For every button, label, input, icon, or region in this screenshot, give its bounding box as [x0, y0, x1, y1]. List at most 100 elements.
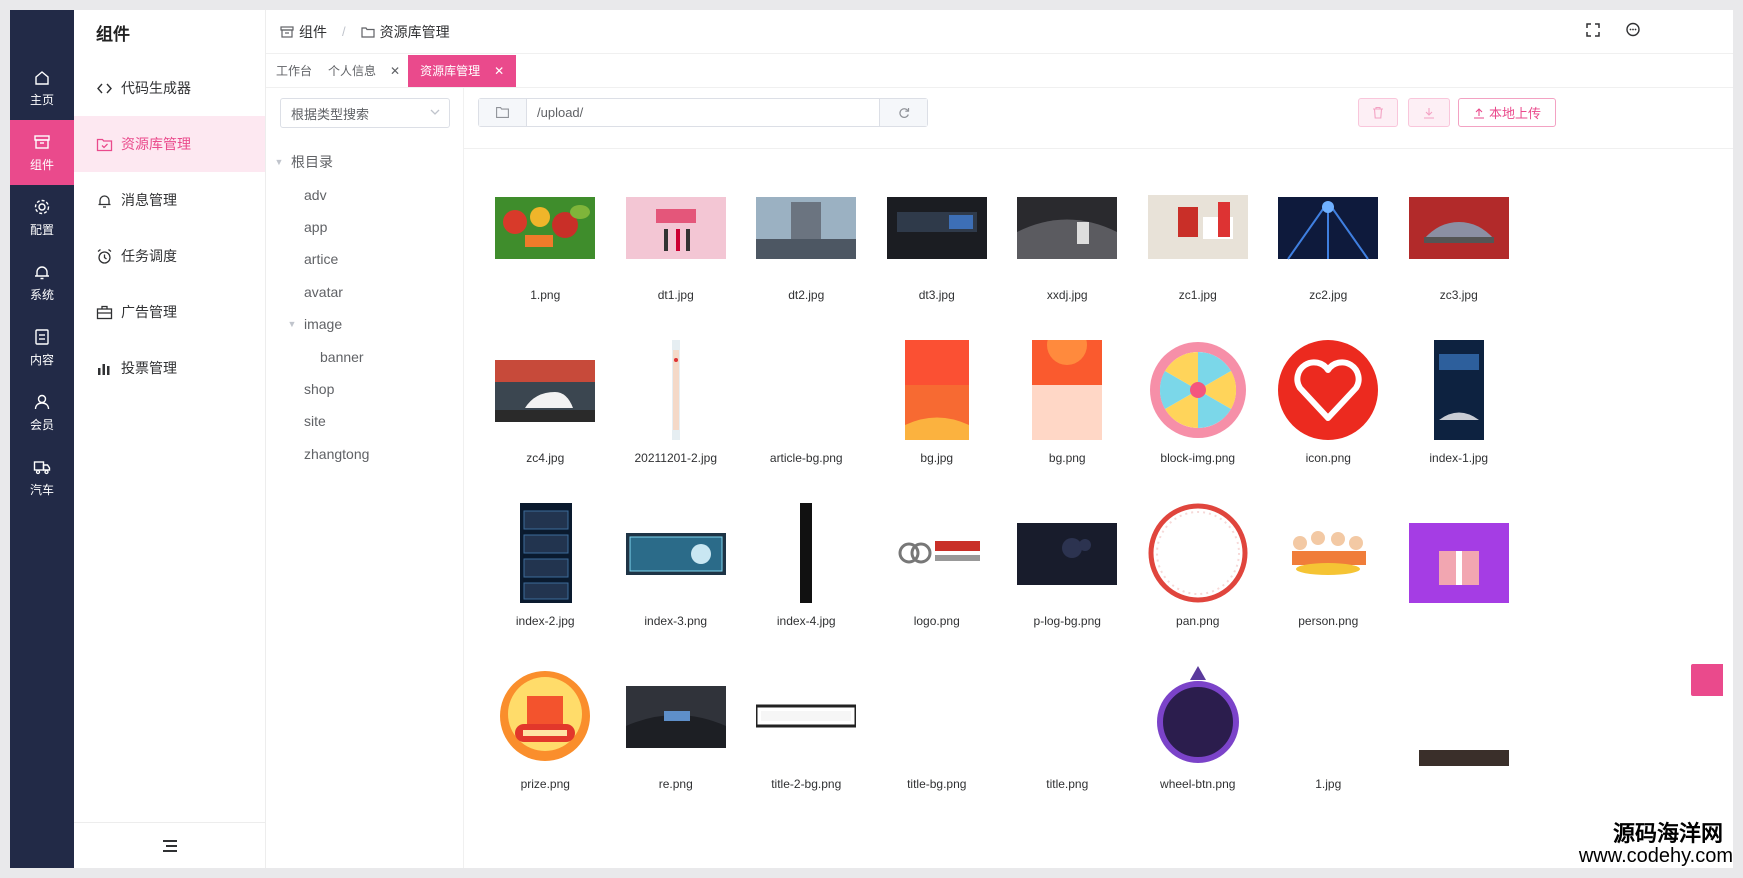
file-thumbnail: [495, 503, 595, 603]
file-card[interactable]: dt3.jpg: [872, 156, 1003, 319]
tree-node-label: zhangtong: [304, 445, 370, 462]
file-card[interactable]: block-img.png: [1133, 319, 1264, 482]
path-input[interactable]: /upload/: [478, 98, 928, 127]
tree-node[interactable]: shop: [266, 373, 464, 405]
file-name: article-bg.png: [769, 451, 843, 465]
file-thumbnail: [1408, 503, 1509, 603]
file-thumbnail: [756, 340, 856, 440]
file-card[interactable]: [1394, 482, 1525, 645]
rail-item-5[interactable]: 会员: [10, 380, 74, 445]
close-icon[interactable]: ✕: [494, 64, 504, 78]
fullscreen-icon[interactable]: [1585, 22, 1603, 40]
file-name: zc3.jpg: [1439, 288, 1478, 302]
file-card[interactable]: re.png: [611, 645, 742, 808]
file-card[interactable]: wheel-btn.png: [1133, 645, 1264, 808]
file-thumbnail: [626, 340, 726, 440]
tab-0[interactable]: 工作台: [268, 55, 320, 87]
file-name: index-4.jpg: [776, 614, 836, 628]
file-card[interactable]: dt2.jpg: [741, 156, 872, 319]
sidebar-item-5[interactable]: 投票管理: [74, 340, 265, 396]
refresh-button[interactable]: [879, 99, 927, 126]
file-thumbnail: [1017, 503, 1118, 603]
sidebar-item-3[interactable]: 任务调度: [74, 228, 265, 284]
gear-icon: [34, 199, 50, 214]
file-card[interactable]: logo.png: [872, 482, 1003, 645]
rail-item-6[interactable]: 汽车: [10, 445, 74, 510]
tab-2[interactable]: 资源库管理 ✕: [408, 54, 517, 87]
rail-item-1[interactable]: 组件: [10, 120, 74, 185]
file-card[interactable]: prize.png: [480, 645, 611, 808]
file-card[interactable]: zc2.jpg: [1263, 156, 1394, 319]
sidebar-item-label: 投票管理: [121, 360, 177, 376]
file-card[interactable]: [1394, 645, 1525, 808]
rail-item-0[interactable]: 主页: [10, 55, 74, 120]
file-card[interactable]: article-bg.png: [741, 319, 872, 482]
file-card[interactable]: title.png: [1002, 645, 1133, 808]
sidebar-item-0[interactable]: 代码生成器: [74, 60, 265, 116]
file-card[interactable]: icon.png: [1263, 319, 1394, 482]
close-icon[interactable]: ✕: [390, 64, 400, 78]
file-card[interactable]: dt1.jpg: [611, 156, 742, 319]
collapse-menu-button[interactable]: [74, 822, 266, 868]
file-card[interactable]: person.png: [1263, 482, 1394, 645]
sidebar-item-4[interactable]: 广告管理: [74, 284, 265, 340]
message-icon[interactable]: [1625, 22, 1643, 40]
tree-node-label: site: [304, 413, 326, 430]
tree-node[interactable]: banner: [266, 340, 464, 372]
sidebar-item-2[interactable]: 消息管理: [74, 172, 265, 228]
download-button[interactable]: [1408, 98, 1450, 127]
file-card[interactable]: index-4.jpg: [741, 482, 872, 645]
tree-node[interactable]: ▼ image: [266, 308, 464, 340]
file-thumbnail: [887, 503, 987, 603]
download-icon: [1424, 107, 1434, 119]
code-icon: [97, 83, 112, 93]
tree-node-root[interactable]: ▼ 根目录: [266, 146, 464, 178]
tree-node-label: banner: [320, 348, 364, 365]
file-thumbnail: [625, 177, 726, 277]
rail-item-2[interactable]: 配置: [10, 185, 74, 250]
trash-icon: [1373, 106, 1383, 119]
tab-1[interactable]: 个人信息 ✕: [320, 55, 408, 87]
primary-rail: 主页组件 配置 系统 内容 会员 汽车: [10, 10, 74, 868]
file-card[interactable]: zc4.jpg: [480, 319, 611, 482]
tree-node[interactable]: site: [266, 405, 464, 437]
rail-item-3[interactable]: 系统: [10, 250, 74, 315]
file-card[interactable]: zc3.jpg: [1394, 156, 1525, 319]
file-card[interactable]: p-log-bg.png: [1002, 482, 1133, 645]
type-search-select[interactable]: 根据类型搜索: [280, 98, 450, 128]
file-card[interactable]: 1.jpg: [1263, 645, 1394, 808]
file-card[interactable]: pan.png: [1133, 482, 1264, 645]
file-card[interactable]: bg.png: [1002, 319, 1133, 482]
file-card[interactable]: title-bg.png: [872, 645, 1003, 808]
file-card[interactable]: xxdj.jpg: [1002, 156, 1133, 319]
file-card[interactable]: index-1.jpg: [1394, 319, 1525, 482]
tree-node[interactable]: zhangtong: [266, 438, 464, 470]
sidebar-item-1[interactable]: 资源库管理: [74, 116, 265, 172]
file-card[interactable]: index-2.jpg: [480, 482, 611, 645]
rail-item-4[interactable]: 内容: [10, 315, 74, 380]
file-name: index-3.png: [644, 614, 708, 628]
tree-node[interactable]: app: [266, 211, 464, 243]
tree-node[interactable]: artice: [266, 243, 464, 275]
delete-button[interactable]: [1358, 98, 1398, 127]
tree-node[interactable]: adv: [266, 178, 464, 210]
file-thumbnail: [1017, 177, 1118, 277]
breadcrumb-parent[interactable]: 组件: [299, 22, 327, 42]
folder-check-icon: [96, 138, 113, 151]
briefcase-icon: [96, 305, 113, 319]
file-card[interactable]: zc1.jpg: [1133, 156, 1264, 319]
local-upload-button[interactable]: 本地上传: [1458, 98, 1556, 127]
file-name: title-2-bg.png: [771, 777, 842, 791]
file-card[interactable]: 1.png: [480, 156, 611, 319]
rail-item-label: 主页: [29, 92, 54, 107]
file-card[interactable]: bg.jpg: [872, 319, 1003, 482]
tree-node-label: avatar: [304, 283, 343, 300]
floating-cart-button[interactable]: [1691, 664, 1723, 696]
file-name: xxdj.jpg: [1046, 288, 1088, 302]
tree-node[interactable]: avatar: [266, 276, 464, 308]
file-thumbnail: [495, 666, 595, 766]
watermark-url: www.codehy.com: [1578, 845, 1733, 867]
file-card[interactable]: index-3.png: [611, 482, 742, 645]
file-card[interactable]: title-2-bg.png: [741, 645, 872, 808]
file-card[interactable]: 20211201-2.jpg: [611, 319, 742, 482]
